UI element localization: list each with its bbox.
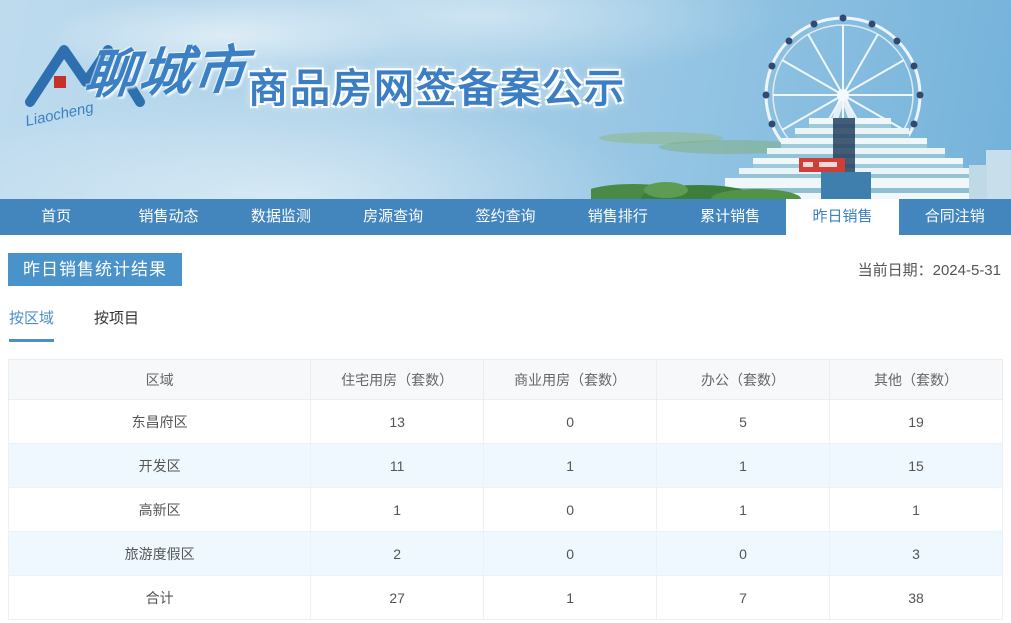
value-cell: 11 — [311, 444, 484, 488]
value-cell: 1 — [830, 488, 1003, 532]
value-cell: 1 — [657, 488, 830, 532]
region-cell: 东昌府区 — [9, 400, 311, 444]
table-row: 东昌府区130519 — [9, 400, 1003, 444]
region-cell: 高新区 — [9, 488, 311, 532]
sales-statistics-table: 区域住宅用房（套数）商业用房（套数）办公（套数）其他（套数） 东昌府区13051… — [8, 359, 1003, 620]
site-banner: Liaocheng 聊城市 商品房网签备案公示 — [0, 0, 1011, 199]
value-cell: 0 — [484, 400, 657, 444]
nav-item[interactable]: 昨日销售 — [786, 199, 898, 235]
table-body: 东昌府区130519开发区111115高新区1011旅游度假区2003合计271… — [9, 400, 1003, 620]
table-header-row: 区域住宅用房（套数）商业用房（套数）办公（套数）其他（套数） — [9, 360, 1003, 400]
nav-item[interactable]: 累计销售 — [674, 199, 786, 235]
region-cell: 旅游度假区 — [9, 532, 311, 576]
nav-item[interactable]: 房源查询 — [337, 199, 449, 235]
table-row: 高新区1011 — [9, 488, 1003, 532]
value-cell: 2 — [311, 532, 484, 576]
main-content: 昨日销售统计结果 当前日期：2024-5-31 按区域 按项目 区域住宅用房（套数… — [0, 253, 1011, 620]
value-cell: 1 — [484, 444, 657, 488]
nav-item[interactable]: 销售排行 — [562, 199, 674, 235]
tab[interactable]: 按项目 — [94, 307, 139, 342]
table-row: 旅游度假区2003 — [9, 532, 1003, 576]
value-cell: 1 — [311, 488, 484, 532]
value-cell: 0 — [484, 488, 657, 532]
table-header-cell: 区域 — [9, 360, 311, 400]
nav-item[interactable]: 销售动态 — [112, 199, 224, 235]
site-title: 商品房网签备案公示 — [248, 56, 626, 114]
value-cell: 0 — [484, 532, 657, 576]
nav-item[interactable]: 合同注销 — [899, 199, 1011, 235]
region-cell: 开发区 — [9, 444, 311, 488]
value-cell: 5 — [657, 400, 830, 444]
table-header-cell: 办公（套数） — [657, 360, 830, 400]
value-cell: 3 — [830, 532, 1003, 576]
city-name: 聊城市 — [82, 27, 253, 108]
page-title: 昨日销售统计结果 — [8, 253, 182, 286]
value-cell: 38 — [830, 576, 1003, 620]
nav-item[interactable]: 签约查询 — [449, 199, 561, 235]
value-cell: 1 — [657, 444, 830, 488]
value-cell: 13 — [311, 400, 484, 444]
nav-item[interactable]: 首页 — [0, 199, 112, 235]
main-nav: 首页销售动态数据监测房源查询签约查询销售排行累计销售昨日销售合同注销 — [0, 199, 1011, 235]
value-cell: 27 — [311, 576, 484, 620]
table-row: 开发区111115 — [9, 444, 1003, 488]
tab[interactable]: 按区域 — [9, 307, 54, 342]
value-cell: 0 — [657, 532, 830, 576]
value-cell: 7 — [657, 576, 830, 620]
table-header-cell: 其他（套数） — [830, 360, 1003, 400]
value-cell: 1 — [484, 576, 657, 620]
city-banner-illustration — [591, 0, 1011, 199]
view-tabs: 按区域 按项目 — [8, 307, 1003, 342]
value-cell: 19 — [830, 400, 1003, 444]
table-header-cell: 住宅用房（套数） — [311, 360, 484, 400]
table-header-cell: 商业用房（套数） — [484, 360, 657, 400]
value-cell: 15 — [830, 444, 1003, 488]
current-date-label: 当前日期：2024-5-31 — [858, 259, 1003, 280]
region-cell: 合计 — [9, 576, 311, 620]
nav-item[interactable]: 数据监测 — [225, 199, 337, 235]
table-row: 合计271738 — [9, 576, 1003, 620]
